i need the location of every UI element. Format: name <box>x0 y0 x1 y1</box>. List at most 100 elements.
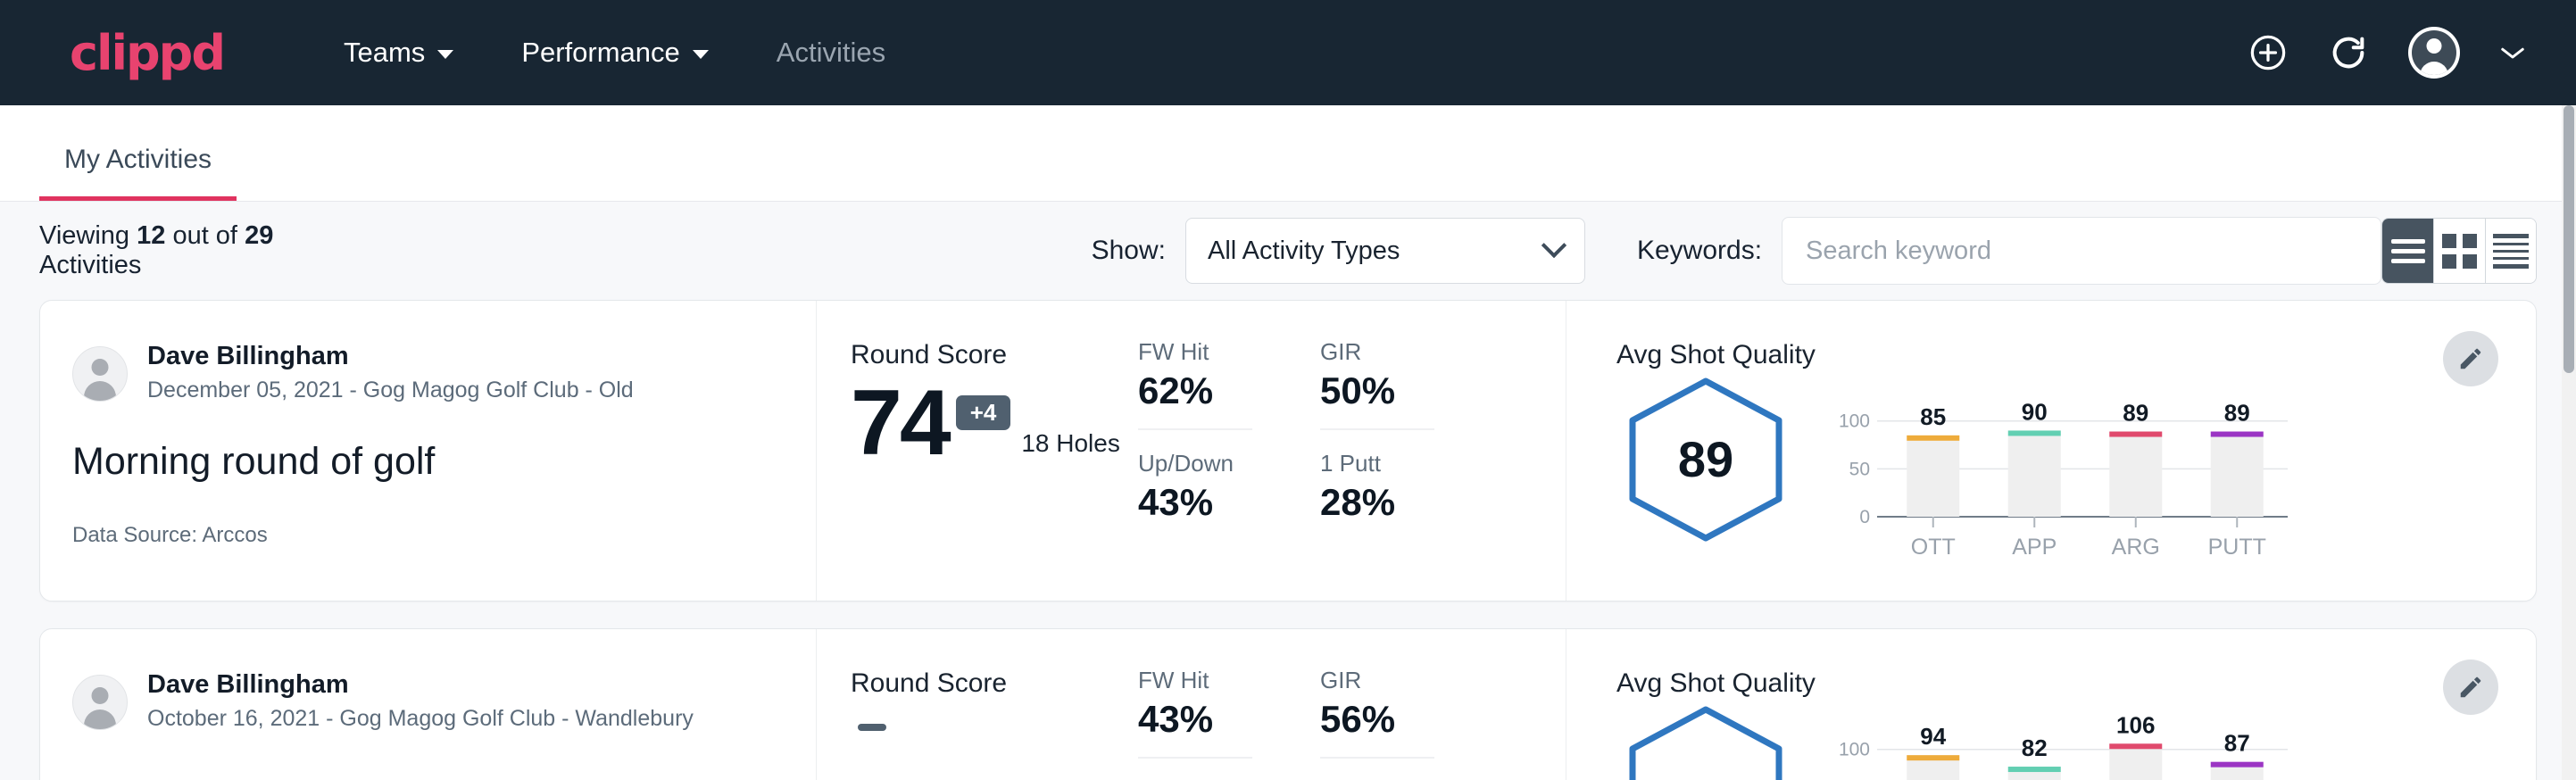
viewing-total: 29 <box>245 221 273 250</box>
viewing-prefix: Viewing <box>39 221 129 250</box>
activity-type-select[interactable]: All Activity Types <box>1185 218 1585 284</box>
svg-text:85: 85 <box>1920 403 1946 430</box>
search-input[interactable] <box>1782 217 2381 285</box>
tab-my-activities[interactable]: My Activities <box>39 145 237 201</box>
app-logo[interactable]: clippd <box>70 25 224 81</box>
avg-shot-quality-body: 05010094OTT82APP106ARG87PUTT <box>1616 702 2536 780</box>
svg-text:OTT: OTT <box>1911 535 1956 560</box>
nav-item-activities[interactable]: Activities <box>743 37 919 69</box>
filter-bar: Viewing 12 out of 29 Activities Show: Al… <box>0 202 2576 300</box>
edit-activity-button[interactable] <box>2443 331 2498 386</box>
avg-shot-quality-label: Avg Shot Quality <box>1616 340 2536 370</box>
stat-up-down-label: Up/Down <box>1138 450 1252 477</box>
round-score-section: Round Score <box>817 629 1138 780</box>
list-view-button[interactable] <box>2382 219 2433 283</box>
svg-text:82: 82 <box>2022 734 2048 761</box>
view-toggle-group <box>2381 218 2537 284</box>
stat-gir-label: GIR <box>1320 667 1434 694</box>
page-scrollbar[interactable] <box>2562 105 2576 780</box>
shot-quality-hexagon: 89 <box>1616 374 1795 544</box>
chevron-down-icon <box>1541 233 1566 258</box>
avg-shot-quality-section: Avg Shot Quality 05010094OTT82APP106ARG8… <box>1566 629 2536 780</box>
svg-text:100: 100 <box>1839 411 1870 432</box>
round-score-value-row <box>851 704 1138 752</box>
chevron-down-icon <box>437 50 453 59</box>
svg-text:100: 100 <box>1839 740 1870 760</box>
svg-text:87: 87 <box>2224 730 2250 757</box>
stat-fw-hit: FW Hit 62% <box>1138 338 1252 430</box>
nav-item-teams[interactable]: Teams <box>310 37 487 69</box>
tab-bar: My Activities <box>0 105 2576 202</box>
activity-meta: December 05, 2021 - Gog Magog Golf Club … <box>147 374 634 408</box>
nav-item-activities-label: Activities <box>777 37 885 69</box>
activity-card[interactable]: Dave Billingham October 16, 2021 - Gog M… <box>39 628 2537 780</box>
activity-meta: October 16, 2021 - Gog Magog Golf Club -… <box>147 702 694 736</box>
viewing-suffix: Activities <box>39 251 141 279</box>
stat-1-putt: 1 Putt 28% <box>1320 450 1434 540</box>
avg-shot-quality-label: Avg Shot Quality <box>1616 668 2536 699</box>
avg-shot-quality-body: 89 05010085OTT90APP89ARG89PUTT <box>1616 374 2536 573</box>
grid-view-button[interactable] <box>2433 219 2484 283</box>
show-label: Show: <box>1092 236 1166 266</box>
svg-text:94: 94 <box>1920 723 1946 750</box>
activity-info: Dave Billingham December 05, 2021 - Gog … <box>40 301 817 601</box>
svg-text:90: 90 <box>2022 398 2048 425</box>
person-name: Dave Billingham <box>147 340 634 372</box>
svg-text:89: 89 <box>2224 400 2250 427</box>
stat-gir-value: 56% <box>1320 698 1434 741</box>
chevron-down-icon <box>693 50 709 59</box>
viewing-count: 12 <box>137 221 165 250</box>
avg-shot-quality-section: Avg Shot Quality 89 05010085OTT90APP89AR… <box>1566 301 2536 601</box>
shot-quality-chart: 05010085OTT90APP89ARG89PUTT <box>1831 381 2295 573</box>
refresh-icon[interactable] <box>2328 32 2369 73</box>
keywords-label: Keywords: <box>1637 236 1762 266</box>
nav-item-performance-label: Performance <box>521 37 679 69</box>
person-name: Dave Billingham <box>147 668 694 701</box>
round-score-section: Round Score 74 +4 18 Holes <box>817 301 1138 601</box>
avatar[interactable] <box>2408 27 2460 79</box>
viewing-summary: Viewing 12 out of 29 Activities <box>39 221 291 280</box>
stat-fw-hit-value: 62% <box>1138 369 1252 412</box>
activity-title: Morning round of golf <box>72 440 778 484</box>
svg-text:PUTT: PUTT <box>2208 535 2266 560</box>
compact-view-button[interactable] <box>2485 219 2536 283</box>
shot-quality-hexagon <box>1616 702 1795 780</box>
activity-card[interactable]: Dave Billingham December 05, 2021 - Gog … <box>39 300 2537 602</box>
stat-gir: GIR 56% <box>1320 667 1434 759</box>
list-view-icon <box>2391 234 2425 269</box>
pencil-icon <box>2457 345 2484 372</box>
svg-text:ARG: ARG <box>2112 535 2160 560</box>
round-score-value: 74 <box>851 376 949 470</box>
top-navbar: clippd Teams Performance Activities <box>0 0 2576 105</box>
svg-text:0: 0 <box>1859 507 1870 527</box>
stat-gir-value: 50% <box>1320 369 1434 412</box>
scrollbar-thumb[interactable] <box>2564 105 2574 373</box>
nav-actions <box>2248 27 2526 79</box>
round-score-value-row: 74 +4 18 Holes <box>851 376 1138 470</box>
compact-view-icon <box>2493 229 2529 273</box>
stat-1-putt-value: 28% <box>1320 481 1434 524</box>
activity-info: Dave Billingham October 16, 2021 - Gog M… <box>40 629 817 780</box>
shot-quality-chart: 05010094OTT82APP106ARG87PUTT <box>1831 709 2295 780</box>
svg-text:APP: APP <box>2012 535 2057 560</box>
svg-text:106: 106 <box>2116 711 2155 738</box>
plus-circle-icon[interactable] <box>2248 32 2289 73</box>
stat-fw-hit-label: FW Hit <box>1138 338 1252 366</box>
edit-activity-button[interactable] <box>2443 660 2498 715</box>
round-score-label: Round Score <box>851 668 1138 699</box>
stat-up-down-value: 43% <box>1138 481 1252 524</box>
avatar <box>72 675 128 730</box>
viewing-mid: out of <box>172 221 237 250</box>
nav-item-performance[interactable]: Performance <box>487 37 742 69</box>
activity-list: Dave Billingham December 05, 2021 - Gog … <box>0 300 2576 780</box>
shot-quality-value: 89 <box>1616 374 1795 544</box>
score-to-par-badge <box>858 724 886 731</box>
account-chevron-down-icon[interactable] <box>2499 45 2526 61</box>
activity-person: Dave Billingham October 16, 2021 - Gog M… <box>72 668 778 736</box>
stat-1-putt-label: 1 Putt <box>1320 450 1434 477</box>
activity-stats: FW Hit 62% GIR 50% Up/Down 43% 1 Putt 28… <box>1138 301 1566 601</box>
grid-view-icon <box>2442 234 2477 269</box>
show-filter-group: Show: All Activity Types Keywords: <box>1092 217 2381 285</box>
stat-gir: GIR 50% <box>1320 338 1434 430</box>
pencil-icon <box>2457 674 2484 701</box>
